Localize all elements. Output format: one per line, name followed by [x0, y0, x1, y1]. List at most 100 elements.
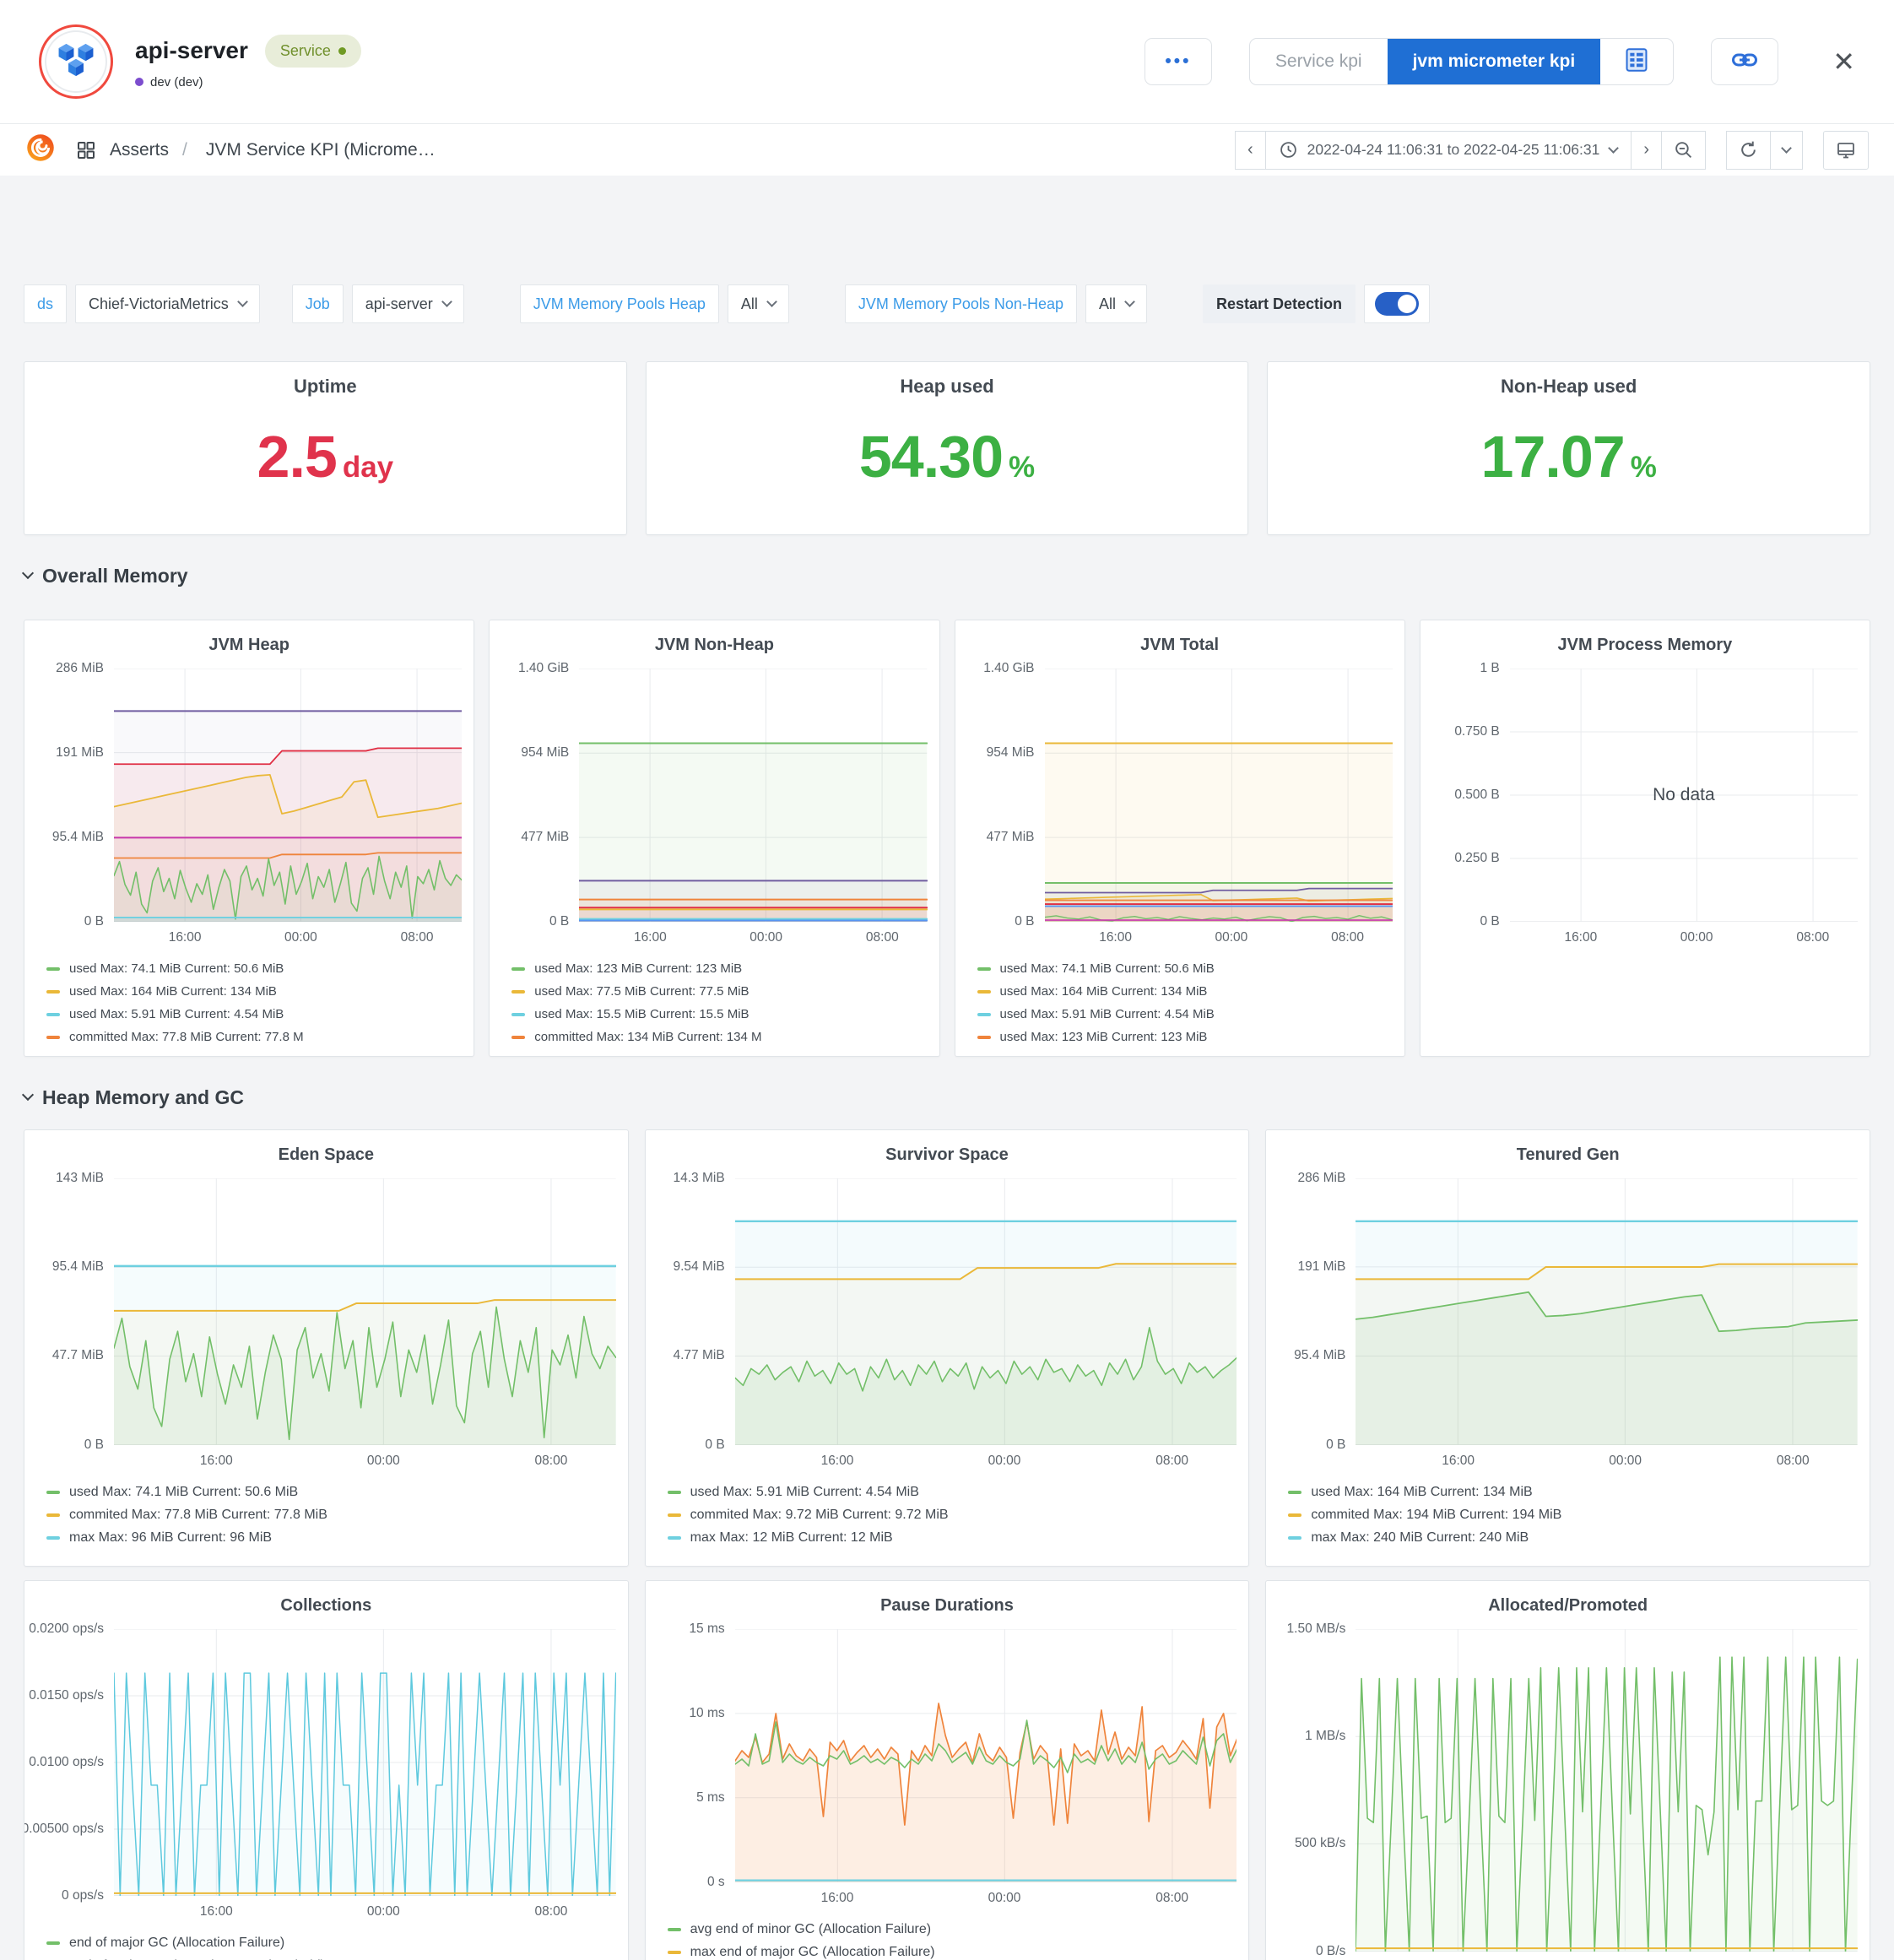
heap-pools-value: All [741, 295, 758, 313]
x-tick-label: 08:00 [535, 1904, 568, 1919]
dashboard-list-button[interactable] [1600, 39, 1673, 84]
section-heap-memory-gc[interactable]: Heap Memory and GC [24, 1080, 1870, 1114]
legend-item[interactable]: max end of major GC (Allocation Failure) [668, 1941, 1237, 1960]
chart-plot-area[interactable] [114, 1178, 616, 1445]
legend-item[interactable]: used Max: 164 MiB Current: 134 MiB [1288, 1481, 1858, 1503]
job-select[interactable]: api-server [352, 284, 464, 323]
tv-mode-button[interactable] [1823, 131, 1869, 170]
legend-label: used Max: 164 MiB Current: 134 MiB [1311, 1485, 1532, 1500]
chart-plot-area[interactable] [735, 1629, 1237, 1882]
chart-plot-area[interactable] [735, 1178, 1237, 1445]
legend-item[interactable]: used Max: 5.91 MiB Current: 4.54 MiB [46, 1003, 462, 1026]
heap-pools-select[interactable]: All [728, 284, 789, 323]
ds-select[interactable]: Chief-VictoriaMetrics [75, 284, 260, 323]
y-axis: 143 MiB95.4 MiB47.7 MiB0 B [36, 1178, 114, 1445]
legend-item[interactable]: used Max: 123 MiB Current: 123 MiB [977, 1026, 1393, 1048]
legend-item[interactable]: end of major GC (Metadata GC Threshold) [46, 1954, 616, 1960]
x-tick-label: 16:00 [1564, 930, 1597, 945]
chevron-down-icon [441, 296, 452, 307]
time-shift-back-button[interactable]: ‹ [1235, 131, 1266, 170]
chart-plot-area[interactable] [1356, 1178, 1858, 1445]
y-tick-label: 0 B [1015, 914, 1034, 929]
legend-label: used Max: 74.1 MiB Current: 50.6 MiB [1000, 961, 1215, 976]
y-tick-label: 0 B [705, 1438, 724, 1453]
legend-item[interactable]: commited Max: 9.72 MiB Current: 9.72 MiB [668, 1503, 1237, 1526]
panel-title[interactable]: Non-Heap used [1268, 362, 1870, 398]
refresh-button[interactable] [1726, 131, 1771, 170]
legend-item[interactable]: max Max: 96 MiB Current: 96 MiB [46, 1526, 616, 1549]
chevron-down-icon [22, 567, 34, 579]
panel-title[interactable]: Collections [36, 1589, 616, 1629]
panel-title[interactable]: Survivor Space [657, 1139, 1237, 1178]
y-tick-label: 286 MiB [56, 661, 104, 676]
legend-item[interactable]: committed Max: 77.8 MiB Current: 77.8 M [46, 1026, 462, 1048]
legend-item[interactable]: commited Max: 194 MiB Current: 194 MiB [1288, 1503, 1858, 1526]
y-tick-label: 95.4 MiB [52, 1259, 104, 1275]
legend-swatch-icon [46, 990, 60, 994]
panel-title[interactable]: Uptime [24, 362, 626, 398]
tab-service-kpi[interactable]: Service kpi [1250, 39, 1388, 84]
time-shift-forward-button[interactable]: › [1631, 131, 1662, 170]
legend-item[interactable]: used Max: 5.91 MiB Current: 4.54 MiB [668, 1481, 1237, 1503]
time-range-label: 2022-04-24 11:06:31 to 2022-04-25 11:06:… [1307, 141, 1600, 159]
legend-item[interactable]: used Max: 74.1 MiB Current: 50.6 MiB [46, 1481, 616, 1503]
share-link-button[interactable] [1711, 38, 1778, 85]
legend-swatch-icon [668, 1951, 681, 1954]
chart-plot-area[interactable] [1045, 669, 1393, 922]
legend-item[interactable]: used Max: 74.1 MiB Current: 50.6 MiB [46, 957, 462, 980]
legend-item[interactable]: used Max: 15.5 MiB Current: 15.5 MiB [511, 1003, 927, 1026]
tab-jvm-micrometer-kpi[interactable]: jvm micrometer kpi [1388, 39, 1601, 84]
y-tick-label: 1.40 GiB [518, 661, 569, 676]
y-tick-label: 0 ops/s [62, 1888, 104, 1903]
legend-item[interactable]: commited Max: 77.8 MiB Current: 77.8 MiB [46, 1503, 616, 1526]
breadcrumb-app[interactable]: Asserts [110, 140, 169, 160]
panel-collections: Collections 0.0200 ops/s0.0150 ops/s0.01… [24, 1580, 629, 1960]
legend-item[interactable]: used Max: 123 MiB Current: 123 MiB [511, 957, 927, 980]
legend-item[interactable]: used Max: 77.5 MiB Current: 77.5 MiB [511, 980, 927, 1003]
panel-title[interactable]: Allocated/Promoted [1278, 1589, 1858, 1629]
close-button[interactable]: ✕ [1832, 46, 1855, 78]
chart-canvas [735, 1178, 1237, 1445]
panel-title[interactable]: Eden Space [36, 1139, 616, 1178]
zoom-out-button[interactable] [1661, 131, 1706, 170]
panel-title[interactable]: Pause Durations [657, 1589, 1237, 1629]
legend-item[interactable]: used Max: 74.1 MiB Current: 50.6 MiB [977, 957, 1393, 980]
legend-label: used Max: 74.1 MiB Current: 50.6 MiB [69, 1485, 298, 1500]
x-axis: 16:0000:0008:00 [114, 1445, 616, 1475]
y-tick-label: 0.0100 ops/s [29, 1755, 104, 1770]
section-overall-memory[interactable]: Overall Memory [24, 559, 1870, 593]
panel-title[interactable]: Heap used [647, 362, 1248, 398]
y-tick-label: 0.750 B [1454, 724, 1499, 739]
legend-swatch-icon [46, 1013, 60, 1016]
legend-item[interactable]: used Max: 164 MiB Current: 134 MiB [977, 980, 1393, 1003]
legend-item[interactable]: committed Max: 134 MiB Current: 134 M [511, 1026, 927, 1048]
chart-plot-area[interactable] [114, 1629, 616, 1896]
service-avatar[interactable] [39, 24, 113, 99]
refresh-interval-button[interactable] [1770, 131, 1803, 170]
chart-plot-area[interactable] [579, 669, 927, 922]
legend-item[interactable]: max Max: 12 MiB Current: 12 MiB [668, 1526, 1237, 1549]
more-button[interactable]: ••• [1145, 38, 1212, 85]
time-range-picker[interactable]: 2022-04-24 11:06:31 to 2022-04-25 11:06:… [1265, 131, 1632, 170]
panel-jvm-total: JVM Total 1.40 GiB954 MiB477 MiB0 B16:00… [955, 620, 1405, 1057]
y-tick-label: 4.77 MiB [673, 1348, 724, 1363]
badge-dot-icon [338, 47, 346, 55]
chart-plot-area[interactable] [1356, 1629, 1858, 1952]
panel-eden-space: Eden Space 143 MiB95.4 MiB47.7 MiB0 B16:… [24, 1129, 629, 1567]
grafana-logo-icon[interactable] [25, 133, 56, 168]
dashboards-grid-icon[interactable] [76, 140, 96, 160]
legend-item[interactable]: used Max: 164 MiB Current: 134 MiB [46, 980, 462, 1003]
legend-item[interactable]: end of major GC (Allocation Failure) [46, 1931, 616, 1954]
panel-title[interactable]: Tenured Gen [1278, 1139, 1858, 1178]
x-tick-label: 16:00 [169, 930, 202, 945]
legend-item[interactable]: avg end of minor GC (Allocation Failure) [668, 1918, 1237, 1941]
restart-detection-toggle[interactable] [1375, 292, 1419, 316]
legend-swatch-icon [668, 1513, 681, 1517]
restart-detection-label: Restart Detection [1203, 284, 1356, 323]
chart-plot-area[interactable] [114, 669, 462, 922]
chart-plot-area[interactable]: No data [1510, 669, 1858, 922]
legend-item[interactable]: max Max: 240 MiB Current: 240 MiB [1288, 1526, 1858, 1549]
legend-item[interactable]: used Max: 5.91 MiB Current: 4.54 MiB [977, 1003, 1393, 1026]
y-tick-label: 47.7 MiB [52, 1348, 104, 1363]
nonheap-pools-select[interactable]: All [1085, 284, 1147, 323]
